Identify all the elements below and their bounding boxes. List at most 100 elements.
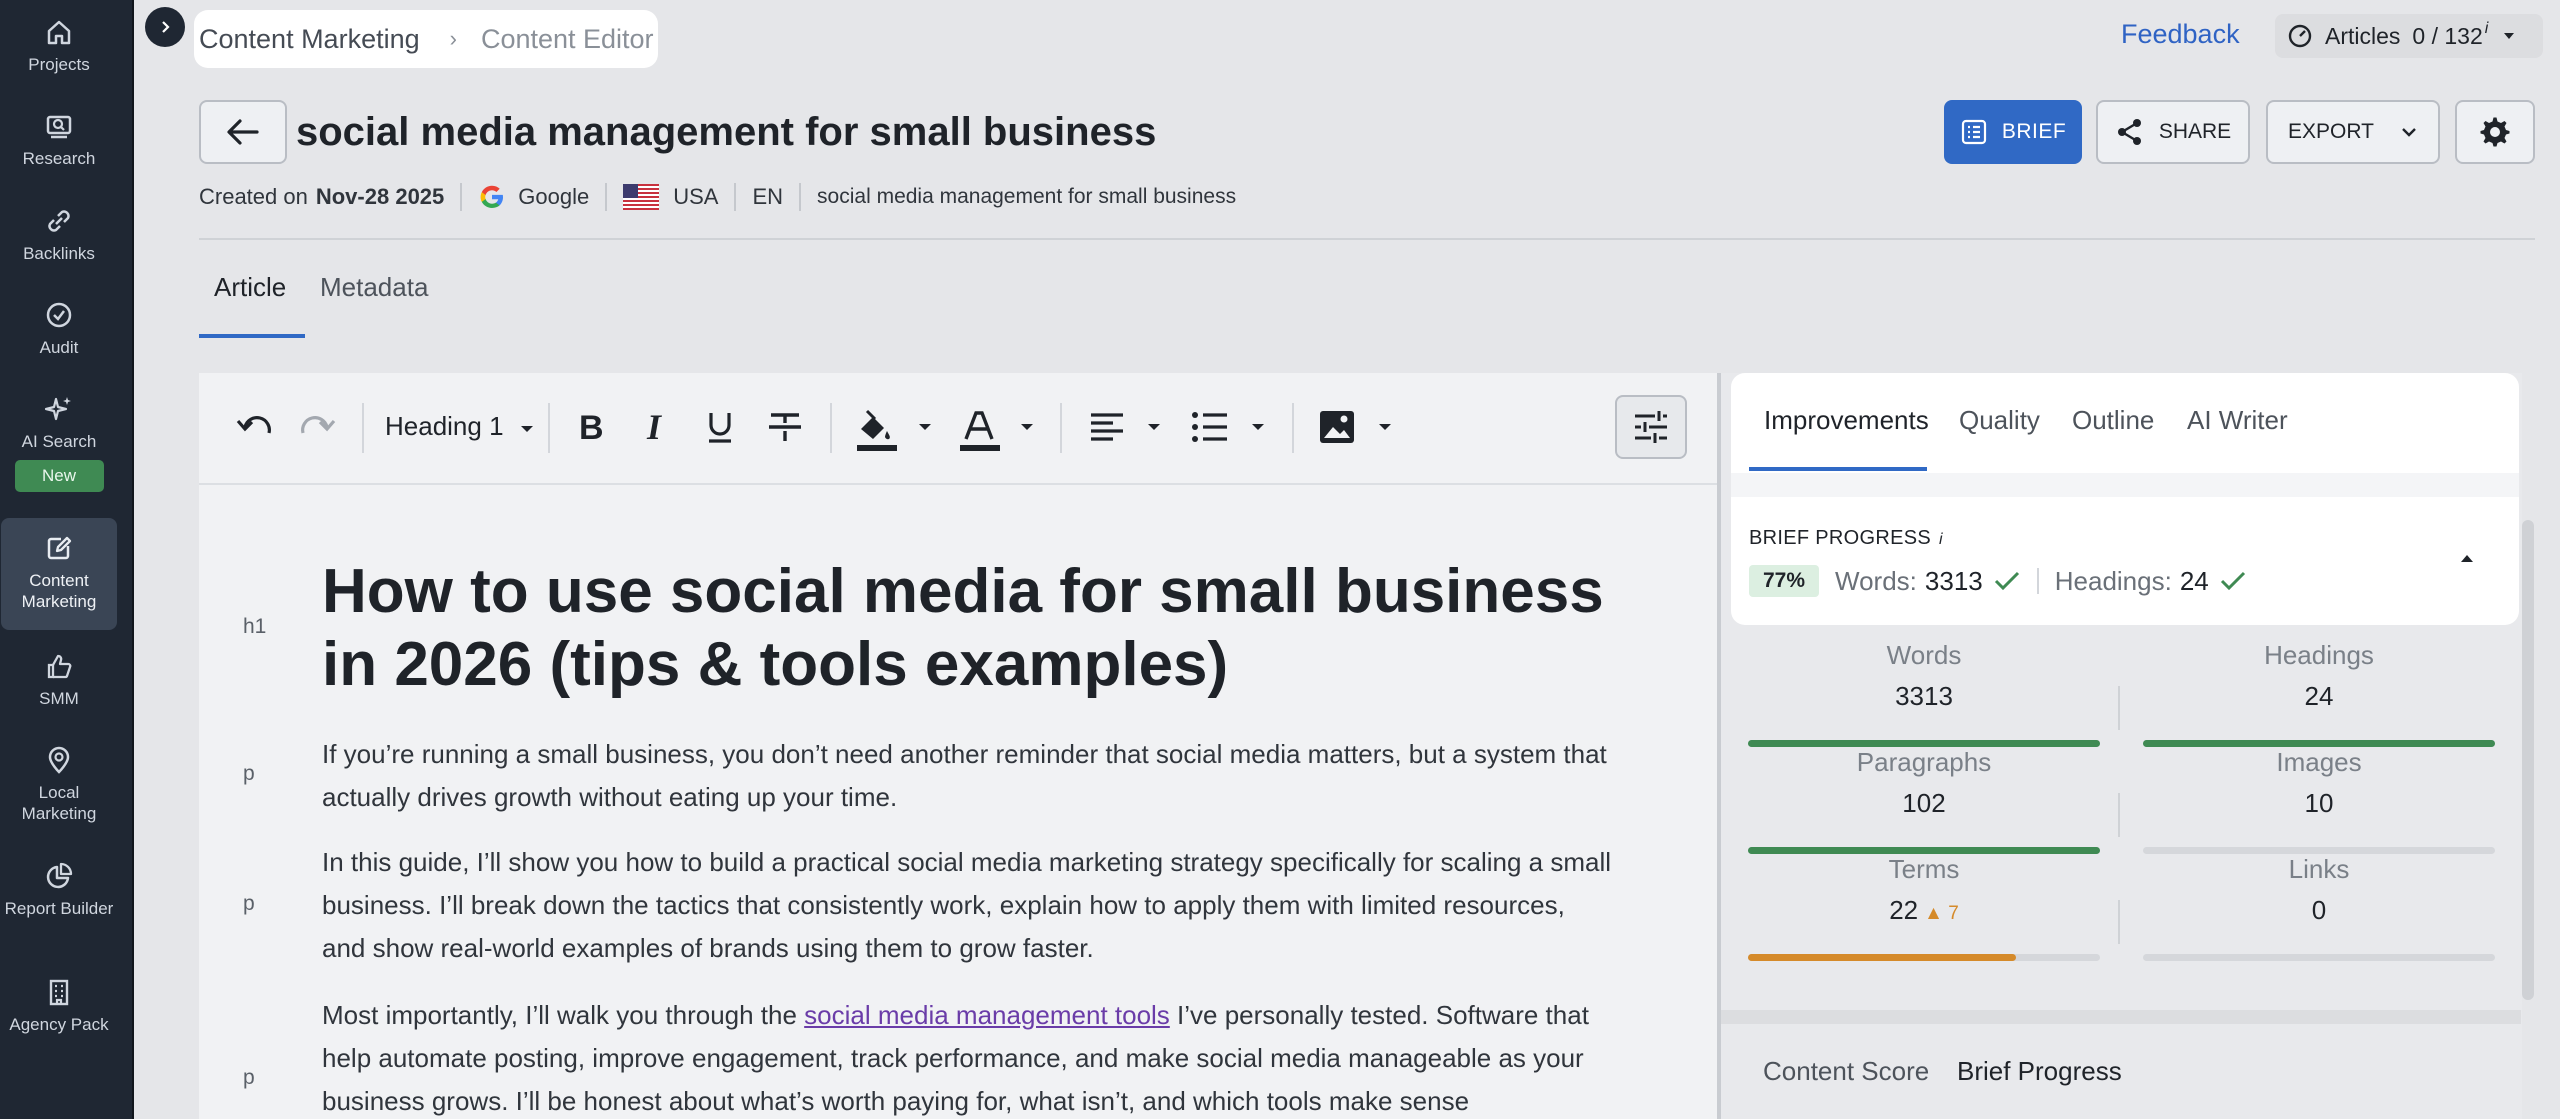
tab-metadata[interactable]: Metadata bbox=[320, 272, 428, 303]
tools-link[interactable]: social media management tools bbox=[804, 1000, 1170, 1030]
divider bbox=[2118, 686, 2120, 730]
tab-content-score[interactable]: Content Score bbox=[1763, 1056, 1929, 1087]
paragraph-text: Most importantly, I’ll walk you through … bbox=[322, 1000, 805, 1030]
image-icon[interactable] bbox=[1317, 407, 1357, 447]
panel-scrollbar[interactable] bbox=[2522, 520, 2534, 1000]
caret-down-icon[interactable] bbox=[1377, 421, 1393, 433]
caret-down-icon[interactable] bbox=[1250, 421, 1266, 433]
share-label: SHARE bbox=[2158, 120, 2232, 143]
text-color-icon[interactable] bbox=[956, 407, 1002, 453]
toolbar-divider bbox=[548, 403, 550, 453]
nav-smm[interactable]: SMM bbox=[0, 648, 118, 709]
headings-value: 24 bbox=[2179, 565, 2209, 596]
caret-down-icon[interactable] bbox=[917, 421, 933, 433]
strikethrough-icon[interactable] bbox=[765, 407, 805, 447]
words-label: Words: bbox=[1835, 565, 1917, 596]
check-circle-icon bbox=[46, 302, 72, 328]
nav-label: Projects bbox=[28, 55, 90, 74]
tab-article[interactable]: Article bbox=[214, 272, 286, 303]
nav-label: Content Marketing bbox=[21, 571, 97, 611]
divider bbox=[799, 183, 802, 211]
nav-agency-pack[interactable]: Agency Pack bbox=[0, 974, 118, 1035]
tab-brief-progress[interactable]: Brief Progress bbox=[1957, 1056, 2122, 1087]
info-icon[interactable]: i bbox=[1939, 531, 1943, 548]
settings-button[interactable] bbox=[2455, 100, 2535, 164]
nav-label: Backlinks bbox=[23, 244, 95, 263]
nav-audit[interactable]: Audit bbox=[0, 297, 118, 358]
brief-label: BRIEF bbox=[2001, 120, 2067, 143]
stat-label: Terms bbox=[1888, 854, 1960, 884]
document-meta: Created on Nov-28 2025 Google USA EN soc… bbox=[199, 183, 1236, 211]
bold-icon[interactable]: B bbox=[573, 407, 611, 447]
feedback-link[interactable]: Feedback bbox=[2121, 19, 2240, 50]
brief-progress-title: BRIEF PROGRESS i bbox=[1749, 527, 1943, 550]
nav-projects[interactable]: Projects bbox=[0, 14, 118, 75]
block-tag-h1: h1 bbox=[243, 615, 267, 638]
list-icon bbox=[1961, 119, 1986, 145]
check-icon bbox=[1994, 571, 2019, 591]
target-keyword: social media management for small busine… bbox=[817, 185, 1237, 208]
tab-outline[interactable]: Outline bbox=[2072, 405, 2154, 436]
language: EN bbox=[752, 184, 784, 209]
editor-toolbar: Heading 1 B I bbox=[199, 373, 1717, 485]
stat-value: 102 bbox=[1902, 788, 1946, 818]
underline-icon[interactable] bbox=[701, 407, 739, 447]
toolbar-divider bbox=[830, 403, 832, 453]
back-button[interactable] bbox=[199, 100, 287, 164]
redo-icon[interactable] bbox=[297, 407, 339, 449]
tab-ai-writer[interactable]: AI Writer bbox=[2187, 405, 2288, 436]
fill-color-icon[interactable] bbox=[853, 407, 899, 453]
export-dropdown[interactable]: EXPORT bbox=[2266, 100, 2440, 164]
stat-progress-bar bbox=[2143, 740, 2495, 747]
nav-report-builder[interactable]: Report Builder bbox=[0, 858, 118, 919]
divider bbox=[199, 238, 2535, 240]
undo-icon[interactable] bbox=[233, 407, 275, 449]
tab-quality[interactable]: Quality bbox=[1959, 405, 2040, 436]
heading-dropdown-label: Heading 1 bbox=[385, 411, 504, 441]
stat-progress-bar bbox=[2143, 847, 2495, 854]
nav-ai-search[interactable]: AI Search New bbox=[0, 391, 118, 492]
stat-paragraphs: Paragraphs 102 bbox=[1748, 747, 2100, 854]
nav-research[interactable]: Research bbox=[0, 108, 118, 169]
article-paragraph-2[interactable]: In this guide, I’ll show you how to buil… bbox=[322, 841, 1612, 970]
stat-label: Headings bbox=[2264, 640, 2374, 670]
breadcrumb-content-marketing[interactable]: Content Marketing bbox=[199, 24, 420, 55]
nav-backlinks[interactable]: Backlinks bbox=[0, 203, 118, 264]
collapse-caret-icon[interactable] bbox=[2458, 551, 2476, 565]
building-icon bbox=[49, 979, 69, 1006]
chevron-right-icon: › bbox=[449, 26, 457, 51]
align-left-icon[interactable] bbox=[1087, 407, 1127, 447]
breadcrumb-content-editor: Content Editor bbox=[480, 23, 654, 54]
articles-info[interactable]: i bbox=[2485, 20, 2489, 38]
breadcrumb: Content Marketing › Content Editor bbox=[194, 10, 658, 68]
tab-improvements[interactable]: Improvements bbox=[1764, 405, 1929, 436]
divider bbox=[2118, 793, 2120, 837]
bullet-list-icon[interactable] bbox=[1189, 407, 1231, 447]
nav-label: Local Marketing bbox=[21, 783, 97, 823]
nav-label: Report Builder bbox=[4, 899, 114, 918]
gauge-icon bbox=[2288, 24, 2312, 48]
caret-down-icon[interactable] bbox=[1019, 421, 1035, 433]
stat-label: Links bbox=[2288, 854, 2350, 884]
stat-progress-fill bbox=[1748, 847, 2100, 854]
nav-expand-button[interactable] bbox=[145, 7, 185, 47]
nav-content-marketing[interactable]: Content Marketing bbox=[1, 518, 117, 630]
check-icon bbox=[2220, 571, 2245, 591]
share-icon bbox=[2117, 119, 2141, 145]
article-paragraph-3[interactable]: Most importantly, I’ll walk you through … bbox=[322, 994, 1612, 1119]
brief-button[interactable]: BRIEF bbox=[1944, 100, 2082, 164]
articles-quota-dropdown[interactable]: Articles 0 / 132 i bbox=[2275, 14, 2543, 58]
stat-images: Images 10 bbox=[2143, 747, 2495, 854]
caret-down-icon[interactable] bbox=[1146, 421, 1162, 433]
italic-icon[interactable]: I bbox=[639, 407, 677, 447]
article-h1[interactable]: How to use social media for small busine… bbox=[322, 555, 1622, 701]
nav-local-marketing[interactable]: Local Marketing bbox=[0, 742, 118, 824]
search-engine: Google bbox=[518, 184, 590, 209]
nav-label: AI Search bbox=[21, 432, 97, 451]
article-paragraph-1[interactable]: If you’re running a small business, you … bbox=[322, 733, 1612, 819]
editor-settings-button[interactable] bbox=[1615, 395, 1687, 459]
heading-dropdown[interactable]: Heading 1 bbox=[385, 411, 535, 442]
divider bbox=[2118, 900, 2120, 944]
sliders-icon bbox=[1635, 411, 1667, 443]
share-button[interactable]: SHARE bbox=[2096, 100, 2250, 164]
